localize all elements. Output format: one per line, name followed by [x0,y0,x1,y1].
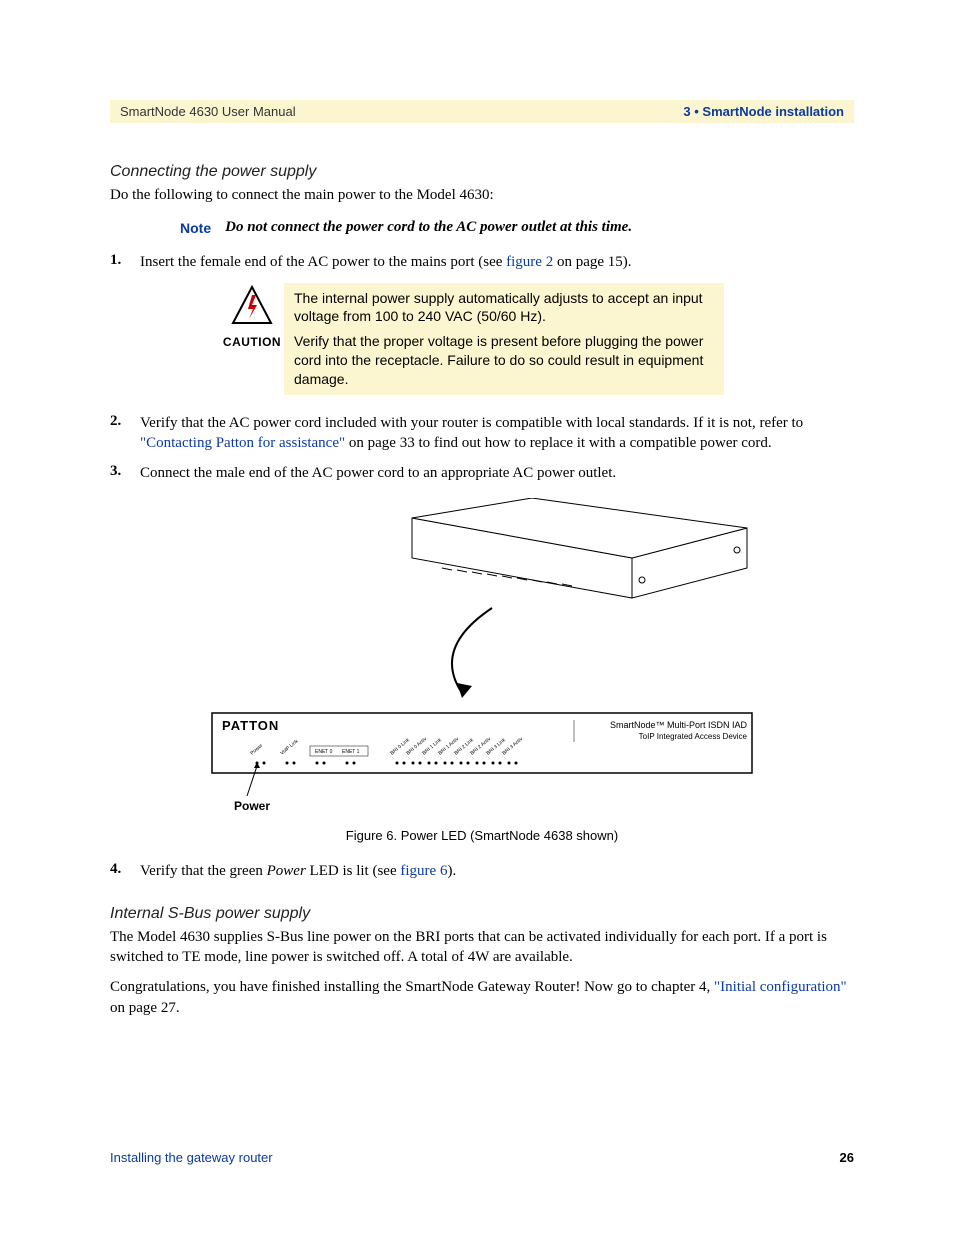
step-text-suffix: ). [447,863,456,879]
panel-model-line2: ToIP Integrated Access Device [639,732,748,741]
caution-paragraph-2: Verify that the proper voltage is presen… [294,332,714,389]
congrats-prefix: Congratulations, you have finished insta… [110,979,714,995]
sbus-paragraph-1: The Model 4630 supplies S-Bus line power… [110,927,854,968]
step-1: 1. Insert the female end of the AC power… [110,252,854,272]
caution-paragraph-1: The internal power supply automatically … [294,289,714,327]
footer-section-name: Installing the gateway router [110,1150,273,1165]
caution-text-box: The internal power supply automatically … [284,283,724,395]
power-led-pointer-label: Power [234,799,270,813]
note-block: Note Do not connect the power cord to th… [180,219,854,236]
step-text: Insert the female end of the AC power to… [140,254,506,270]
step-content: Verify that the AC power cord included w… [140,413,854,454]
sbus-paragraph-2: Congratulations, you have finished insta… [110,977,854,1018]
svg-text:ENET 1: ENET 1 [342,749,360,755]
step-text-suffix: on page 15). [553,254,631,270]
step-2: 2. Verify that the AC power cord include… [110,413,854,454]
intro-text: Do the following to connect the main pow… [110,185,854,205]
step-text-mid: LED is lit (see [306,863,401,879]
page-footer: Installing the gateway router 26 [110,1150,854,1165]
step-text: Verify that the green [140,863,267,879]
link-figure-6[interactable]: figure 6 [400,863,447,879]
svg-text:ENET 0: ENET 0 [315,749,333,755]
congrats-suffix: on page 27. [110,1000,180,1016]
step-number: 4. [110,861,140,881]
caution-icon [231,285,273,332]
step-3: 3. Connect the male end of the AC power … [110,463,854,483]
caution-icon-column: CAUTION [220,283,284,395]
step-text-suffix: on page 33 to find out how to replace it… [345,435,772,451]
header-chapter-title: 3 • SmartNode installation [683,104,844,119]
device-illustration: PATTON SmartNode™ Multi-Port ISDN IAD To… [110,498,854,818]
step-content: Connect the male end of the AC power cor… [140,463,616,483]
step-text: Verify that the AC power cord included w… [140,415,803,431]
step-4: 4. Verify that the green Power LED is li… [110,861,854,881]
link-figure-2[interactable]: figure 2 [506,254,553,270]
step-number: 3. [110,463,140,483]
caution-label: CAUTION [223,335,281,349]
figure-6: PATTON SmartNode™ Multi-Port ISDN IAD To… [110,498,854,843]
panel-brand: PATTON [222,718,279,733]
note-text: Do not connect the power cord to the AC … [225,219,632,236]
section-heading-power-supply: Connecting the power supply [110,163,854,181]
footer-page-number: 26 [840,1150,854,1165]
figure-caption: Figure 6. Power LED (SmartNode 4638 show… [110,828,854,843]
step-content: Insert the female end of the AC power to… [140,252,632,272]
caution-block: CAUTION The internal power supply automa… [220,283,854,395]
page-content: SmartNode 4630 User Manual 3 • SmartNode… [0,0,954,1068]
page-header: SmartNode 4630 User Manual 3 • SmartNode… [110,100,854,123]
section-heading-sbus: Internal S-Bus power supply [110,905,854,923]
step-number: 2. [110,413,140,454]
step-content: Verify that the green Power LED is lit (… [140,861,456,881]
link-initial-configuration[interactable]: "Initial configuration" [714,979,847,995]
header-manual-title: SmartNode 4630 User Manual [120,104,296,119]
note-label: Note [180,219,225,236]
power-italic: Power [267,863,306,879]
link-contacting-patton[interactable]: "Contacting Patton for assistance" [140,435,345,451]
step-number: 1. [110,252,140,272]
panel-model-line1: SmartNode™ Multi-Port ISDN IAD [610,720,748,730]
